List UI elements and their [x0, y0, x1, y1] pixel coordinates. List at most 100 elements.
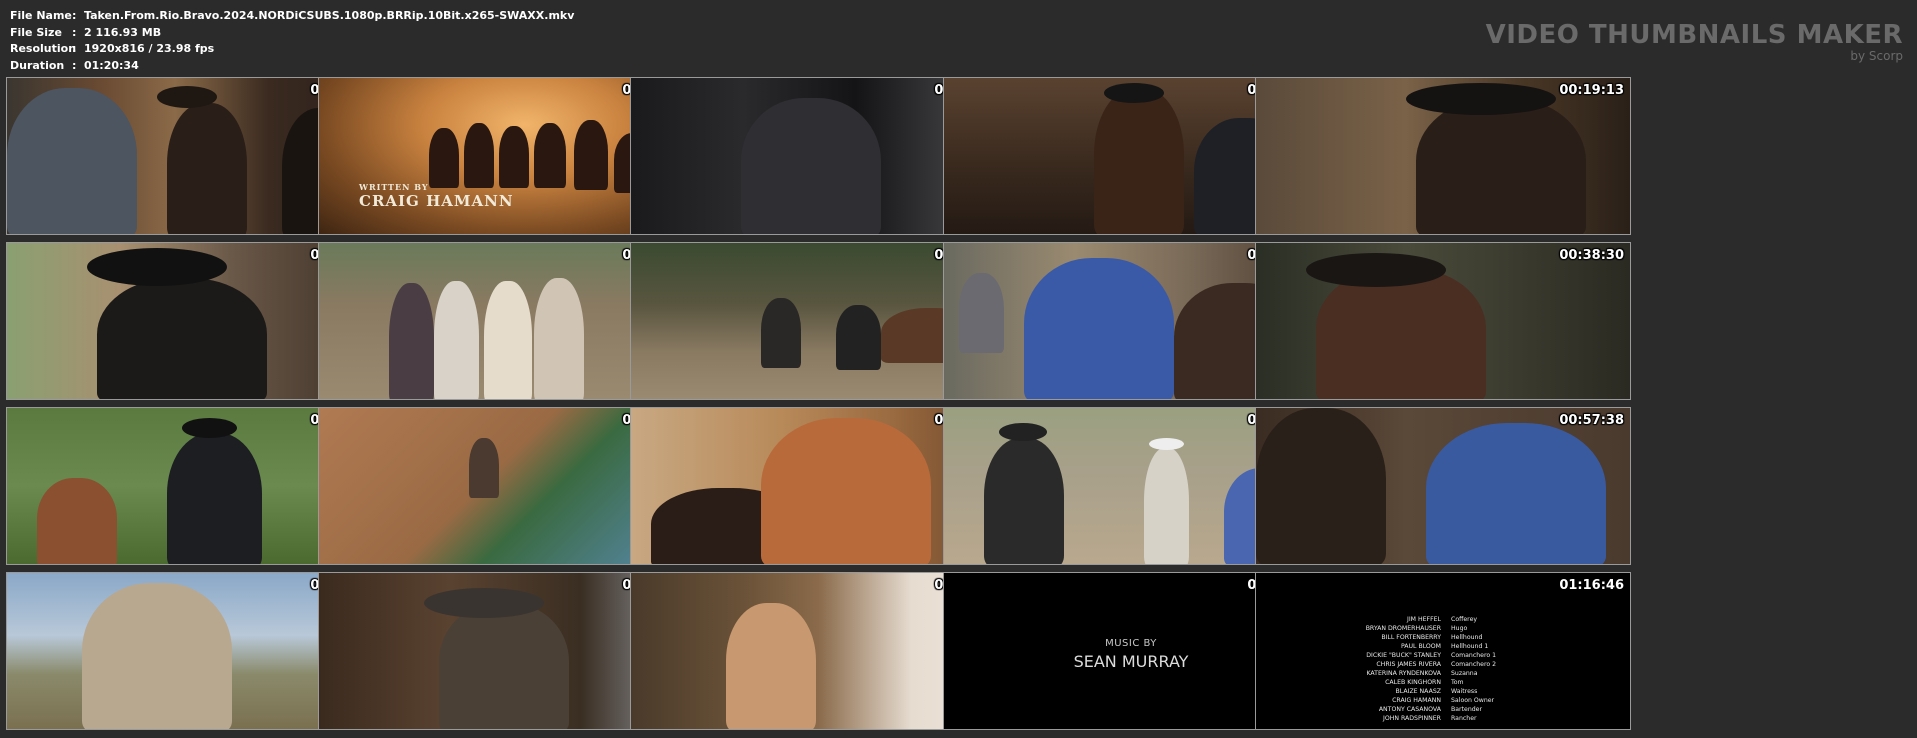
credit-role: Hugo: [1451, 625, 1468, 632]
scene-figure: [959, 273, 1004, 353]
credit-row: BILL FORTENBERRY Hellhound: [1316, 633, 1571, 642]
scene-figure: [1144, 448, 1189, 564]
scene-figure: [1256, 408, 1386, 564]
scene-figure: [1416, 98, 1586, 234]
scene-figure: [97, 278, 267, 399]
written-by-overlay: WRITTEN BY CRAIG HAMANN: [359, 182, 514, 210]
info-separator: :: [72, 42, 77, 55]
scene-figure: [37, 478, 117, 564]
scene-figure: [1426, 423, 1606, 564]
scene-figure: [1024, 258, 1174, 399]
scene-figure: [484, 281, 532, 399]
credit-actor: PAUL BLOOM: [1400, 643, 1441, 650]
info-separator: :: [72, 9, 77, 22]
info-row: File Size : 2 116.93 MB: [10, 25, 574, 42]
video-thumbnail: JIM HEFFEL Cofferey BRYAN DROMERHAUSER Hugo…: [1255, 572, 1631, 730]
credit-row: BRYAN DROMERHAUSER Hugo: [1316, 624, 1571, 633]
brand-subtitle: by Scorp: [1850, 49, 1903, 63]
info-key: Resolution: [10, 42, 77, 55]
scene-figure: [761, 418, 931, 564]
scene-hat: [1149, 438, 1184, 450]
scene-hat: [1306, 253, 1446, 287]
scene-figure: [574, 120, 608, 190]
credit-actor: JOHN RADSPINNER: [1383, 715, 1441, 722]
scene-hat: [87, 248, 227, 286]
credit-row: JOHN RADSPINNER Rancher: [1316, 714, 1571, 723]
scene-figure: [1094, 88, 1184, 234]
scene-figure: [464, 123, 494, 188]
scene-hat: [157, 86, 217, 108]
credit-row: DICKIE "BUCK" STANLEY Comanchero 1: [1316, 651, 1571, 660]
credit-actor: ANTONY CASANOVA: [1378, 706, 1441, 713]
scene-figure: [1316, 268, 1486, 399]
credit-row: JIM HEFFEL Cofferey: [1316, 615, 1571, 624]
credit-actor: BRYAN DROMERHAUSER: [1365, 625, 1441, 632]
credit-role: Tom: [1451, 679, 1464, 686]
scene-figure: [7, 88, 137, 234]
thumbnail-timestamp: 01:16:46: [1559, 578, 1624, 593]
info-separator: :: [72, 25, 77, 39]
scene-figure: [499, 126, 529, 188]
scene-figure: [389, 283, 434, 399]
video-thumbnail: 00:57:38: [1255, 407, 1631, 565]
info-key: File Size: [10, 25, 62, 39]
credit-row: CRAIG HAMANN Saloon Owner: [1316, 696, 1571, 705]
written-by-name: CRAIG HAMANN: [359, 192, 514, 210]
video-thumbnail: 00:19:13: [1255, 77, 1631, 235]
info-key: Duration: [10, 58, 65, 72]
info-value: 1920x816 / 23.98 fps: [84, 42, 215, 55]
credit-actor: BLAIZE NAASZ: [1395, 688, 1441, 695]
scene-figure: [439, 603, 569, 729]
credit-role: Saloon Owner: [1451, 697, 1495, 704]
scene-hat: [1104, 83, 1164, 103]
scene-figure: [534, 123, 566, 188]
scene-figure: [469, 438, 499, 498]
scene-figure: [726, 603, 816, 729]
info-row: Duration : 01:20:34: [10, 58, 574, 75]
credit-row: BLAIZE NAASZ Waitress: [1316, 687, 1571, 696]
credit-row: CALEB KINGHORN Tom: [1316, 678, 1571, 687]
scene-figure: [741, 98, 881, 234]
scene-hat: [999, 423, 1047, 441]
credit-role: Suzanna: [1451, 670, 1478, 677]
credit-role: Comanchero 1: [1451, 652, 1497, 659]
info-value: Taken.From.Rio.Bravo.2024.NORDiCSUBS.108…: [84, 9, 575, 22]
credit-actor: JIM HEFFEL: [1407, 616, 1441, 623]
scene-figure: [82, 583, 232, 729]
scene-figure: [167, 433, 262, 564]
scene-figure: [836, 305, 881, 370]
credit-row: PAUL BLOOM Hellhound 1: [1316, 642, 1571, 651]
credit-actor: CRAIG HAMANN: [1392, 697, 1441, 704]
credit-role: Bartender: [1451, 706, 1483, 713]
credit-role: Waitress: [1451, 688, 1478, 695]
info-separator: :: [72, 58, 77, 72]
scene-hat: [182, 418, 237, 438]
video-thumbnail: 00:38:30: [1255, 242, 1631, 400]
thumbnail-timestamp: 00:38:30: [1559, 248, 1624, 263]
info-key: File Name: [10, 9, 72, 22]
scene-figure: [534, 278, 584, 399]
credit-actor: DICKIE "BUCK" STANLEY: [1366, 652, 1441, 659]
scene-figure: [429, 128, 459, 188]
info-panel: File Name : Taken.From.Rio.Bravo.2024.NO…: [10, 8, 574, 74]
brand-watermark: VIDEO THUMBNAILS MAKER by Scorp: [1486, 20, 1903, 63]
scene-hat: [424, 588, 544, 618]
thumbnail-timestamp: 00:19:13: [1559, 83, 1624, 98]
credit-role: Rancher: [1451, 715, 1477, 722]
credit-row: CHRIS JAMES RIVERA Comanchero 2: [1316, 660, 1571, 669]
credit-actor: BILL FORTENBERRY: [1381, 634, 1441, 641]
thumbnail-timestamp: 00:57:38: [1559, 413, 1624, 428]
credit-row: ANTONY CASANOVA Bartender: [1316, 705, 1571, 714]
scene-figure: [761, 298, 801, 368]
scene-figure: [167, 103, 247, 234]
credit-actor: CHRIS JAMES RIVERA: [1376, 661, 1441, 668]
credit-role: Comanchero 2: [1451, 661, 1497, 668]
scene-figure: [984, 438, 1064, 564]
scene-figure: [434, 281, 479, 399]
written-by-label: WRITTEN BY: [359, 182, 429, 192]
credit-actor: KATERINA RYNDENKOVA: [1366, 670, 1441, 677]
info-value: 2 116.93 MB: [84, 25, 162, 39]
scene-hat: [1406, 83, 1556, 115]
brand-title: VIDEO THUMBNAILS MAKER: [1485, 20, 1903, 50]
credit-role: Hellhound 1: [1451, 643, 1489, 650]
